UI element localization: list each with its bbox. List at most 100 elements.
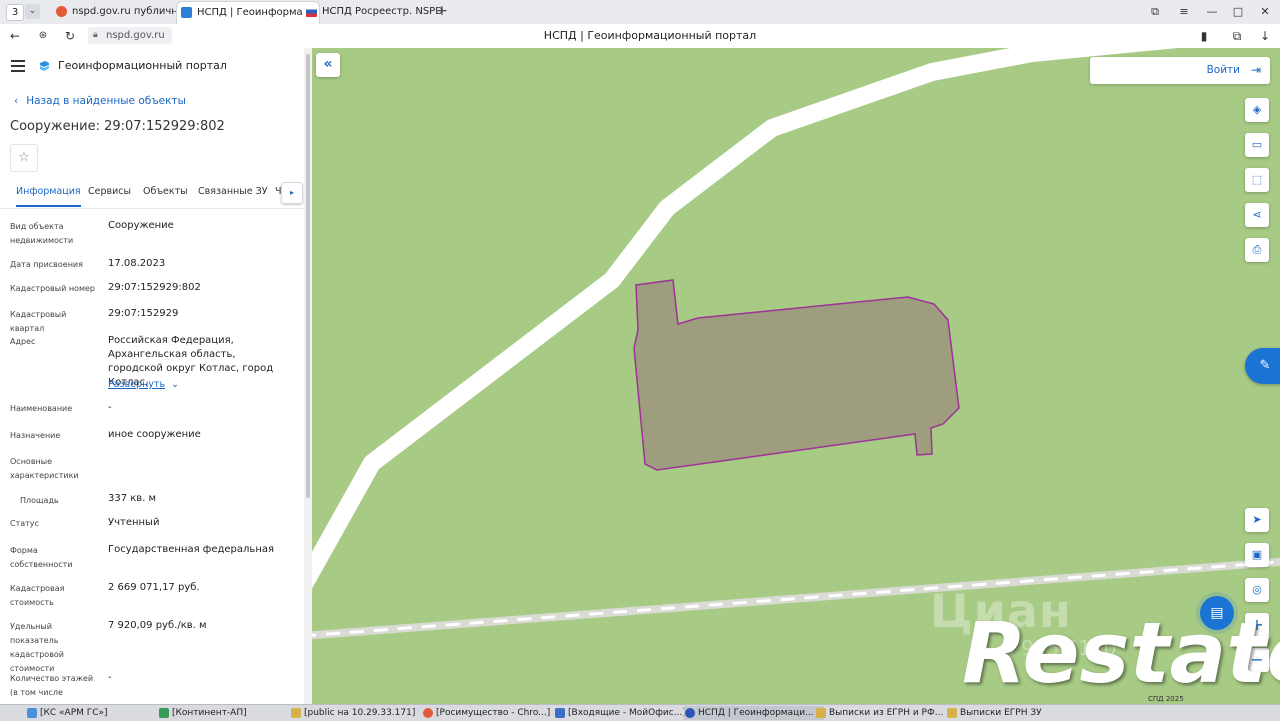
locate-button[interactable]: ➤: [1245, 508, 1269, 532]
browser-tab-2[interactable]: НСПД | Геоинформа ✕: [176, 1, 320, 24]
login-button[interactable]: Войти ⇥: [1090, 57, 1270, 84]
tab-services[interactable]: Сервисы: [88, 184, 131, 200]
browser-icon: [423, 708, 433, 718]
close-window-icon[interactable]: ✕: [1256, 3, 1274, 21]
prop-label: Кадастровый квартал: [10, 310, 67, 333]
reload-icon[interactable]: ↻: [61, 27, 79, 45]
url-field[interactable]: 🔒︎ nspd.gov.ru: [88, 27, 172, 44]
share-icon: ⋖: [1252, 208, 1262, 221]
prop-label: Форма собственности: [10, 546, 73, 569]
taskbar-label: НСПД | Геоинформаци...: [698, 708, 814, 718]
geo-pin-icon: ◎: [1252, 583, 1262, 596]
shield-icon[interactable]: ⊛: [34, 27, 52, 45]
new-tab-button[interactable]: +: [433, 2, 451, 20]
taskbar-item[interactable]: [Росимущество - Chro...]: [422, 706, 562, 720]
taskbar-label: Континент-АП: [175, 708, 244, 718]
taskbar-label: public на 10.29.33.171: [307, 708, 412, 718]
layers-icon: ◈: [1252, 103, 1262, 116]
folder-icon: [291, 708, 301, 718]
layers-button[interactable]: ◈: [1245, 98, 1269, 122]
browser-tab-label: НСПД Росреестр. NSPD: [322, 6, 442, 17]
address-bar: ← ⊛ ↻ 🔒︎ nspd.gov.ru НСПД | Геоинформаци…: [0, 24, 1280, 49]
page-title: НСПД | Геоинформационный портал: [543, 29, 757, 42]
site-favicon-icon: [181, 7, 192, 18]
bookmark-icon[interactable]: ▮: [1195, 27, 1213, 45]
prop-label: Количество этажей (в том числе: [10, 674, 94, 697]
print-button[interactable]: ⎙: [1245, 238, 1269, 262]
tab-information[interactable]: Информация: [16, 184, 81, 207]
prop-value: Государственная федеральная: [108, 544, 275, 555]
app-icon: [27, 708, 37, 718]
menu-icon[interactable]: ≡: [1175, 3, 1193, 21]
taskbar-item[interactable]: [КС «АРМ ГС»]: [26, 706, 166, 720]
favorite-star-icon[interactable]: ☆: [10, 144, 38, 172]
maximize-icon[interactable]: □: [1229, 3, 1247, 21]
restate-watermark: Restate: [962, 604, 1280, 702]
print-icon: ⎙: [1252, 243, 1262, 256]
browser-icon: [685, 708, 695, 718]
location-arrow-icon: ➤: [1252, 513, 1262, 526]
prop-value: 29:07:152929: [108, 308, 179, 319]
taskbar-item[interactable]: Выписки из ЕГРН и РФ...: [815, 706, 955, 720]
scrollbar-thumb[interactable]: [306, 54, 310, 498]
tab-linked-parcels[interactable]: Связанные ЗУ: [198, 184, 268, 200]
prop-label: Дата присвоения: [10, 260, 83, 269]
assistant-button[interactable]: ✎: [1245, 348, 1280, 384]
portal-logo-icon: [40, 61, 49, 71]
url-text: nspd.gov.ru: [106, 30, 165, 41]
prop-value: Учтенный: [108, 517, 160, 528]
back-to-results-link[interactable]: ‹ Назад в найденные объекты: [14, 94, 186, 108]
back-link-label: Назад в найденные объекты: [26, 95, 186, 107]
prop-value: 17.08.2023: [108, 258, 166, 269]
site-favicon-icon: [56, 6, 67, 17]
share-button[interactable]: ⋖: [1245, 203, 1269, 227]
prop-value: иное сооружение: [108, 429, 201, 440]
browser-tab-1[interactable]: nspd.gov.ru публичная: [52, 1, 190, 23]
ruler-button[interactable]: ▭: [1245, 133, 1269, 157]
tab-list-dropdown-icon[interactable]: ⌄: [25, 4, 40, 19]
panel-scrollbar[interactable]: [304, 48, 312, 704]
object-info-panel: Геоинформационный портал ‹ Назад в найден…: [0, 48, 312, 704]
folder-icon: [816, 708, 826, 718]
geo-search-button[interactable]: ◎: [1245, 578, 1269, 602]
tab-objects[interactable]: Объекты: [143, 184, 188, 200]
chevron-left-icon: ‹: [14, 95, 19, 107]
expand-address-link[interactable]: Развернуть ⌄: [108, 378, 179, 392]
taskbar-item[interactable]: [Входящие - МойОфис...]: [554, 706, 694, 720]
taskbar-label: Выписки ЕГРН ЗУ: [960, 708, 1042, 718]
chevron-down-icon: ⌄: [171, 379, 180, 390]
minimize-icon[interactable]: —: [1203, 3, 1221, 21]
object-title: Сооружение: 29:07:152929:802: [10, 119, 225, 134]
brand-name: Геоинформационный портал: [58, 59, 227, 72]
tabs-scroll-right-icon[interactable]: ▸: [281, 182, 303, 204]
prop-value: 2 669 071,17 руб.: [108, 582, 200, 593]
browser-tab-3[interactable]: НСПД Росреестр. NSPD: [302, 1, 442, 23]
map-view[interactable]: « Войти ⇥ ◈ ▭ ⬚ ⋖ ⎙ ✎ ➤ ▣ ◎ + − ▤ Циан 8…: [312, 48, 1280, 704]
prop-value: 337 кв. м: [108, 493, 157, 504]
select-area-button[interactable]: ⬚: [1245, 168, 1269, 192]
minimap-button[interactable]: ▣: [1245, 543, 1269, 567]
download-icon[interactable]: ↓: [1256, 27, 1274, 45]
extensions-icon[interactable]: ⧉: [1146, 3, 1164, 21]
mail-icon: [555, 708, 565, 718]
prop-label: Кадастровый номер: [10, 284, 95, 293]
expand-label: Развернуть: [108, 379, 166, 390]
map-attribution: СПД 2025: [1148, 695, 1184, 703]
taskbar-item-active[interactable]: НСПД | Геоинформаци...: [684, 706, 824, 720]
prop-label: Кадастровая стоимость: [10, 584, 65, 607]
app-icon: [159, 708, 169, 718]
assistant-icon: ✎: [1259, 358, 1271, 373]
lock-icon: 🔒︎: [93, 30, 98, 40]
taskbar-item[interactable]: Выписки ЕГРН ЗУ: [946, 706, 1086, 720]
prop-label: Вид объекта недвижимости: [10, 222, 74, 245]
hamburger-menu-icon[interactable]: [11, 60, 25, 72]
taskbar-item[interactable]: [Континент-АП]: [158, 706, 298, 720]
taskbar-label: Выписки из ЕГРН и РФ...: [829, 708, 944, 718]
panel-tabs: Информация Сервисы Объекты Связанные ЗУ …: [0, 182, 304, 209]
parcel-outline: [633, 279, 960, 471]
taskbar-item[interactable]: [public на 10.29.33.171]: [290, 706, 430, 720]
share-page-icon[interactable]: ⧉: [1228, 27, 1246, 45]
collapse-panel-button[interactable]: «: [316, 53, 340, 77]
back-arrow-icon[interactable]: ←: [6, 27, 24, 45]
tab-count[interactable]: 3: [6, 4, 24, 21]
